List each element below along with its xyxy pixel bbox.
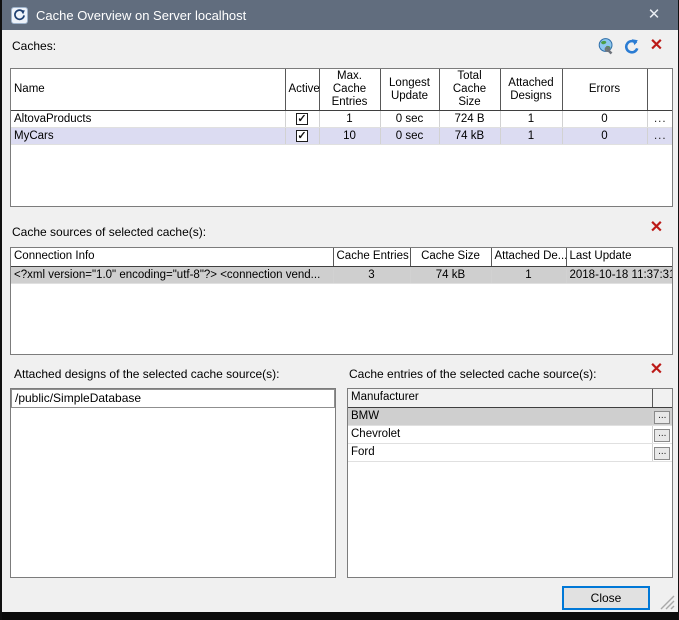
more-button[interactable]: ... [654,411,670,424]
table-row-selected[interactable]: <?xml version="1.0" encoding="utf-8"?> <… [11,266,673,283]
table-row[interactable]: Ford ... [348,443,672,461]
resize-grip[interactable] [658,593,675,610]
active-checkbox[interactable]: ✓ [296,113,308,125]
active-checkbox[interactable]: ✓ [296,130,308,142]
attached-designs-list: /public/SimpleDatabase [10,388,336,578]
manufacturer-value: Chevrolet [348,425,652,443]
max-cache-entries-value: 1 [319,111,380,128]
col-cache-size[interactable]: Cache Size [410,248,491,266]
cache-size-value: 74 kB [410,266,491,283]
attached-designs-label: Attached designs of the selected cache s… [14,367,279,381]
cache-name: MyCars [11,128,285,145]
col-connection-info[interactable]: Connection Info [11,248,333,266]
col-errors[interactable]: Errors [562,69,647,111]
table-row-selected[interactable]: BMW ... [348,407,672,425]
more-button[interactable]: ... [654,429,670,442]
last-update-value: 2018-10-18 11:37:31 [566,266,673,283]
col-attached-designs[interactable]: Attached Designs [500,69,562,111]
col-cache-entries[interactable]: Cache Entries [333,248,410,266]
table-row[interactable]: AltovaProducts ✓ 1 0 sec 724 B 1 0 ... [11,111,673,128]
app-icon [11,7,28,24]
close-button[interactable]: Close [562,586,650,610]
longest-update-value: 0 sec [380,128,439,145]
cache-sources-label: Cache sources of selected cache(s): [12,225,206,239]
undo-icon[interactable] [622,37,641,56]
more-button[interactable]: ... [654,447,670,460]
globe-settings-icon[interactable] [597,37,616,56]
delete-cache-icon[interactable]: ✕ [647,37,666,56]
attached-designs-value: 1 [491,266,566,283]
attached-designs-value: 1 [500,128,562,145]
col-more [652,389,672,407]
cache-sources-header-row: Connection Info Cache Entries Cache Size… [11,248,673,266]
cache-sources-table: Connection Info Cache Entries Cache Size… [10,247,673,355]
col-manufacturer[interactable]: Manufacturer [348,389,652,407]
longest-update-value: 0 sec [380,111,439,128]
col-total-cache-size[interactable]: Total Cache Size [439,69,500,111]
delete-cache-source-icon[interactable]: ✕ [647,219,666,238]
max-cache-entries-value: 10 [319,128,380,145]
col-more [647,69,673,111]
connection-info-value: <?xml version="1.0" encoding="utf-8"?> <… [11,266,333,283]
cache-entries-header-row: Manufacturer [348,389,672,407]
manufacturer-value: Ford [348,443,652,461]
cache-name: AltovaProducts [11,111,285,128]
cache-entries-table: Manufacturer BMW ... Chevrolet ... Ford … [347,388,673,578]
errors-value: 0 [562,128,647,145]
caches-label: Caches: [12,39,56,53]
errors-value: 0 [562,111,647,128]
list-item[interactable]: /public/SimpleDatabase [11,389,335,408]
col-last-update[interactable]: Last Update [566,248,673,266]
caches-header-row: Name Active Max. Cache Entries Longest U… [11,69,673,111]
cache-entries-value: 3 [333,266,410,283]
titlebar-close-icon[interactable]: ✕ [644,5,664,25]
table-row-selected[interactable]: MyCars ✓ 10 0 sec 74 kB 1 0 ... [11,128,673,145]
col-attached-designs[interactable]: Attached De... [491,248,566,266]
delete-cache-entry-icon[interactable]: ✕ [647,361,666,380]
window-title: Cache Overview on Server localhost [36,8,246,23]
table-row[interactable]: Chevrolet ... [348,425,672,443]
attached-designs-value: 1 [500,111,562,128]
cache-entries-label: Cache entries of the selected cache sour… [349,367,596,381]
more-button[interactable]: ... [654,130,667,142]
total-cache-size-value: 724 B [439,111,500,128]
col-name[interactable]: Name [11,69,285,111]
titlebar: Cache Overview on Server localhost ✕ [2,0,678,30]
caches-table: Name Active Max. Cache Entries Longest U… [10,68,673,207]
col-longest-update[interactable]: Longest Update [380,69,439,111]
window-bottom-border [2,612,678,620]
col-max-cache-entries[interactable]: Max. Cache Entries [319,69,380,111]
more-button[interactable]: ... [654,113,667,125]
cache-overview-dialog: Cache Overview on Server localhost ✕ Cac… [0,0,679,620]
total-cache-size-value: 74 kB [439,128,500,145]
manufacturer-value: BMW [348,407,652,425]
col-active[interactable]: Active [285,69,319,111]
